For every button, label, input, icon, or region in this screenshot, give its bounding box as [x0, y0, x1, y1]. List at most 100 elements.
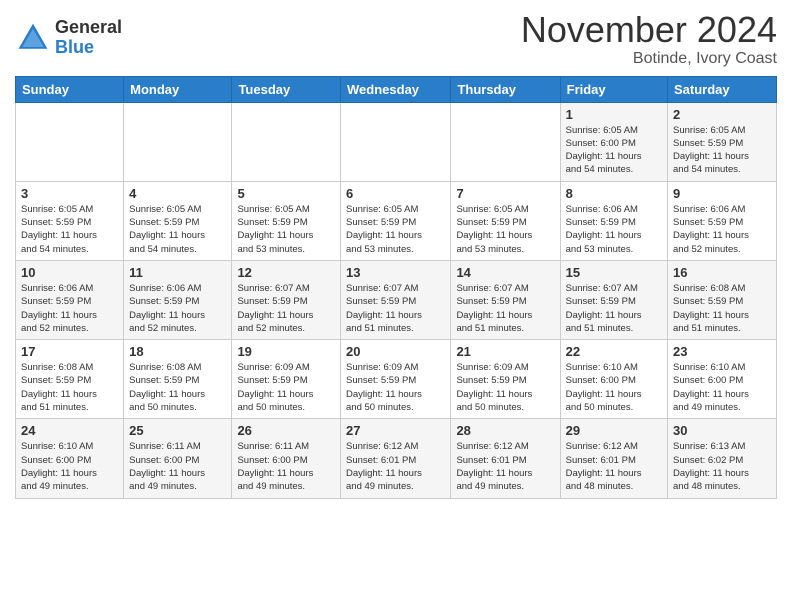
calendar-cell: 8 Sunrise: 6:06 AM Sunset: 5:59 PM Daylig… [560, 181, 667, 260]
day-info: Sunrise: 6:09 AM Sunset: 5:59 PM Dayligh… [346, 361, 445, 414]
day-info: Sunrise: 6:07 AM Sunset: 5:59 PM Dayligh… [566, 282, 662, 335]
day-number: 6 [346, 186, 445, 201]
calendar-cell: 26Sunrise: 6:11 AM Sunset: 6:00 PM Dayli… [232, 419, 341, 498]
calendar-cell: 5Sunrise: 6:05 AM Sunset: 5:59 PM Daylig… [232, 181, 341, 260]
col-header-tuesday: Tuesday [232, 76, 341, 102]
day-info: Sunrise: 6:06 AM Sunset: 5:59 PM Dayligh… [129, 282, 226, 335]
day-info: Sunrise: 6:11 AM Sunset: 6:00 PM Dayligh… [129, 440, 226, 493]
day-number: 15 [566, 265, 662, 280]
calendar-cell: 2 Sunrise: 6:05 AM Sunset: 5:59 PM Daylig… [668, 102, 777, 181]
calendar-cell: 16Sunrise: 6:08 AM Sunset: 5:59 PM Dayli… [668, 260, 777, 339]
day-info: Sunrise: 6:12 AM Sunset: 6:01 PM Dayligh… [566, 440, 662, 493]
day-info: Sunrise: 6:07 AM Sunset: 5:59 PM Dayligh… [237, 282, 335, 335]
calendar-week-row: 10 Sunrise: 6:06 AM Sunset: 5:59 PM Dayli… [16, 260, 777, 339]
day-number: 13 [346, 265, 445, 280]
calendar-cell [451, 102, 560, 181]
day-number: 23 [673, 344, 771, 359]
calendar-cell: 10Sunrise: 6:06 AM Sunset: 5:59 PM Dayli… [16, 260, 124, 339]
col-header-wednesday: Wednesday [341, 76, 451, 102]
calendar-cell: 9 Sunrise: 6:06 AM Sunset: 5:59 PM Daylig… [668, 181, 777, 260]
day-number: 19 [237, 344, 335, 359]
day-number: 30 [673, 423, 771, 438]
calendar-cell: 20Sunrise: 6:09 AM Sunset: 5:59 PM Dayli… [341, 340, 451, 419]
calendar-table: SundayMondayTuesdayWednesdayThursdayFrid… [15, 76, 777, 499]
day-number: 2 [673, 107, 771, 122]
calendar-cell: 11 Sunrise: 6:06 AM Sunset: 5:59 PM Dayli… [124, 260, 232, 339]
calendar-cell [232, 102, 341, 181]
calendar-cell: 18 Sunrise: 6:08 AM Sunset: 5:59 PM Dayli… [124, 340, 232, 419]
header: General Blue November 2024 Botinde, Ivor… [15, 10, 777, 68]
day-info: Sunrise: 6:05 AM Sunset: 5:59 PM Dayligh… [346, 203, 445, 256]
day-info: Sunrise: 6:05 AM Sunset: 5:59 PM Dayligh… [237, 203, 335, 256]
calendar-cell: 4Sunrise: 6:05 AM Sunset: 5:59 PM Daylig… [124, 181, 232, 260]
calendar-cell: 1 Sunrise: 6:05 AM Sunset: 6:00 PM Daylig… [560, 102, 667, 181]
title-block: November 2024 Botinde, Ivory Coast [521, 10, 777, 68]
calendar-cell: 13 Sunrise: 6:07 AM Sunset: 5:59 PM Dayli… [341, 260, 451, 339]
calendar-cell: 27 Sunrise: 6:12 AM Sunset: 6:01 PM Dayli… [341, 419, 451, 498]
day-number: 1 [566, 107, 662, 122]
calendar-cell: 23 Sunrise: 6:10 AM Sunset: 6:00 PM Dayli… [668, 340, 777, 419]
day-info: Sunrise: 6:06 AM Sunset: 5:59 PM Dayligh… [566, 203, 662, 256]
logo-icon [15, 20, 51, 56]
day-number: 27 [346, 423, 445, 438]
calendar-week-row: 3 Sunrise: 6:05 AM Sunset: 5:59 PM Daylig… [16, 181, 777, 260]
day-info: Sunrise: 6:05 AM Sunset: 5:59 PM Dayligh… [673, 124, 771, 177]
calendar-cell: 30 Sunrise: 6:13 AM Sunset: 6:02 PM Dayli… [668, 419, 777, 498]
calendar-cell: 28Sunrise: 6:12 AM Sunset: 6:01 PM Dayli… [451, 419, 560, 498]
calendar-week-row: 1 Sunrise: 6:05 AM Sunset: 6:00 PM Daylig… [16, 102, 777, 181]
logo: General Blue [15, 18, 122, 58]
calendar-cell: 6 Sunrise: 6:05 AM Sunset: 5:59 PM Daylig… [341, 181, 451, 260]
day-number: 14 [456, 265, 554, 280]
day-number: 8 [566, 186, 662, 201]
day-info: Sunrise: 6:08 AM Sunset: 5:59 PM Dayligh… [129, 361, 226, 414]
calendar-cell: 21Sunrise: 6:09 AM Sunset: 5:59 PM Dayli… [451, 340, 560, 419]
day-number: 11 [129, 265, 226, 280]
col-header-friday: Friday [560, 76, 667, 102]
day-info: Sunrise: 6:10 AM Sunset: 6:00 PM Dayligh… [673, 361, 771, 414]
day-number: 24 [21, 423, 118, 438]
calendar-week-row: 24 Sunrise: 6:10 AM Sunset: 6:00 PM Dayli… [16, 419, 777, 498]
month-title: November 2024 [521, 10, 777, 50]
calendar-cell: 24 Sunrise: 6:10 AM Sunset: 6:00 PM Dayli… [16, 419, 124, 498]
calendar-cell [16, 102, 124, 181]
calendar-cell: 12 Sunrise: 6:07 AM Sunset: 5:59 PM Dayli… [232, 260, 341, 339]
day-number: 7 [456, 186, 554, 201]
day-info: Sunrise: 6:12 AM Sunset: 6:01 PM Dayligh… [346, 440, 445, 493]
day-info: Sunrise: 6:10 AM Sunset: 6:00 PM Dayligh… [566, 361, 662, 414]
day-info: Sunrise: 6:13 AM Sunset: 6:02 PM Dayligh… [673, 440, 771, 493]
calendar-cell [124, 102, 232, 181]
calendar-header-row: SundayMondayTuesdayWednesdayThursdayFrid… [16, 76, 777, 102]
day-info: Sunrise: 6:06 AM Sunset: 5:59 PM Dayligh… [673, 203, 771, 256]
day-info: Sunrise: 6:09 AM Sunset: 5:59 PM Dayligh… [456, 361, 554, 414]
day-info: Sunrise: 6:10 AM Sunset: 6:00 PM Dayligh… [21, 440, 118, 493]
day-number: 10 [21, 265, 118, 280]
day-number: 26 [237, 423, 335, 438]
location: Botinde, Ivory Coast [521, 50, 777, 68]
day-number: 9 [673, 186, 771, 201]
day-info: Sunrise: 6:07 AM Sunset: 5:59 PM Dayligh… [346, 282, 445, 335]
calendar-cell: 19 Sunrise: 6:09 AM Sunset: 5:59 PM Dayli… [232, 340, 341, 419]
calendar-cell: 22Sunrise: 6:10 AM Sunset: 6:00 PM Dayli… [560, 340, 667, 419]
day-info: Sunrise: 6:05 AM Sunset: 5:59 PM Dayligh… [456, 203, 554, 256]
day-number: 29 [566, 423, 662, 438]
day-number: 3 [21, 186, 118, 201]
day-number: 28 [456, 423, 554, 438]
calendar-cell [341, 102, 451, 181]
logo-blue-text: Blue [55, 38, 122, 58]
calendar-cell: 25Sunrise: 6:11 AM Sunset: 6:00 PM Dayli… [124, 419, 232, 498]
day-info: Sunrise: 6:07 AM Sunset: 5:59 PM Dayligh… [456, 282, 554, 335]
calendar-week-row: 17Sunrise: 6:08 AM Sunset: 5:59 PM Dayli… [16, 340, 777, 419]
col-header-thursday: Thursday [451, 76, 560, 102]
day-info: Sunrise: 6:05 AM Sunset: 6:00 PM Dayligh… [566, 124, 662, 177]
logo-text: General Blue [55, 18, 122, 58]
day-info: Sunrise: 6:08 AM Sunset: 5:59 PM Dayligh… [673, 282, 771, 335]
calendar-cell: 15 Sunrise: 6:07 AM Sunset: 5:59 PM Dayli… [560, 260, 667, 339]
day-number: 18 [129, 344, 226, 359]
col-header-sunday: Sunday [16, 76, 124, 102]
day-info: Sunrise: 6:09 AM Sunset: 5:59 PM Dayligh… [237, 361, 335, 414]
calendar-cell: 17Sunrise: 6:08 AM Sunset: 5:59 PM Dayli… [16, 340, 124, 419]
calendar-cell: 3 Sunrise: 6:05 AM Sunset: 5:59 PM Daylig… [16, 181, 124, 260]
logo-general-text: General [55, 18, 122, 38]
day-number: 12 [237, 265, 335, 280]
day-info: Sunrise: 6:05 AM Sunset: 5:59 PM Dayligh… [21, 203, 118, 256]
